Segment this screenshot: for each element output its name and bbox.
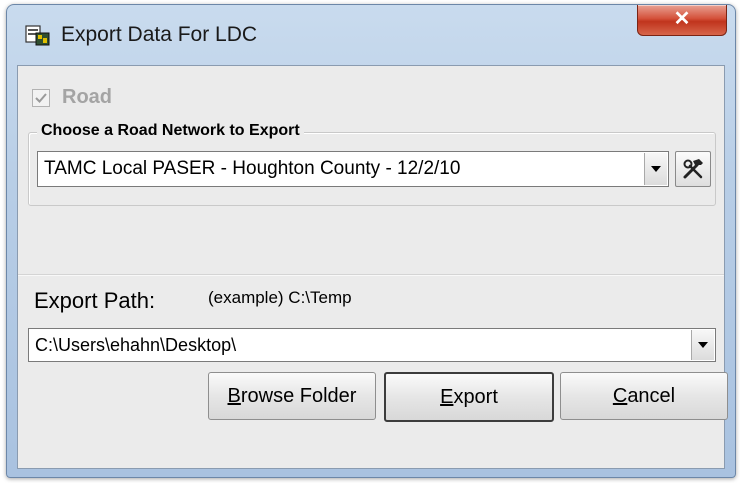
group-legend: Choose a Road Network to Export [37,122,304,140]
dialog-client-area: Road Choose a Road Network to Export TAM… [17,65,728,469]
export-mnemonic: E [440,385,454,408]
window-title: Export Data For LDC [61,23,258,46]
road-checkbox-label: Road [62,86,112,108]
export-path-combobox[interactable]: C:\Users\ehahn\Desktop\ [28,328,716,362]
road-network-group: Choose a Road Network to Export TAMC Loc… [28,122,716,206]
export-app-icon [25,25,50,46]
title-bar[interactable]: Export Data For LDC ✕ [7,5,735,61]
browse-folder-button[interactable]: Browse Folder [208,372,376,420]
close-icon: ✕ [673,8,691,30]
cancel-label: ancel [627,384,676,407]
chevron-down-icon[interactable] [644,153,667,185]
browse-label: rowse Folder [240,384,357,407]
road-checkbox-row[interactable]: Road [32,86,112,109]
export-dialog-window: Export Data For LDC ✕ Road Choose a Road… [6,4,736,478]
cancel-mnemonic: C [612,384,628,407]
export-path-value: C:\Users\ehahn\Desktop\ [35,335,237,355]
close-button[interactable]: ✕ [637,5,727,36]
chevron-down-icon[interactable] [691,330,714,360]
export-path-label: Export Path: [34,288,156,313]
export-label: xport [453,385,498,408]
checkmark-icon [35,92,47,103]
road-network-dropdown[interactable]: TAMC Local PASER - Houghton County - 12/… [37,151,669,187]
export-path-example: (example) C:\Temp [208,288,352,307]
network-tools-button[interactable] [675,151,711,187]
section-divider [18,274,724,276]
cancel-button[interactable]: Cancel [560,372,728,420]
selected-network-text: TAMC Local PASER - Houghton County - 12/… [44,158,461,179]
road-checkbox[interactable] [32,88,50,107]
browse-mnemonic: B [227,384,241,407]
hammer-wrench-icon [683,159,703,179]
export-button[interactable]: Export [384,372,554,422]
